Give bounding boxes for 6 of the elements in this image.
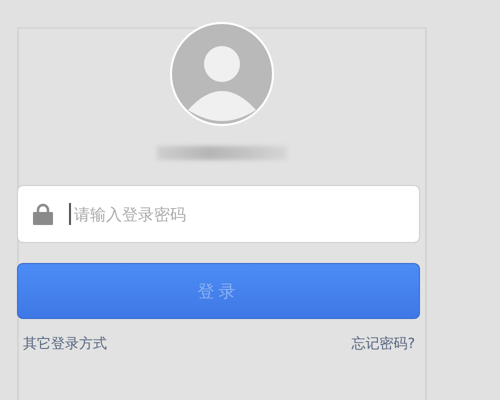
- forgot-password-link[interactable]: 忘记密码?: [352, 335, 415, 353]
- avatar-icon: [170, 22, 274, 126]
- text-cursor: [69, 203, 71, 225]
- other-login-link[interactable]: 其它登录方式: [23, 335, 107, 353]
- password-field[interactable]: 请输入登录密码: [17, 185, 420, 243]
- lock-icon: [33, 203, 53, 225]
